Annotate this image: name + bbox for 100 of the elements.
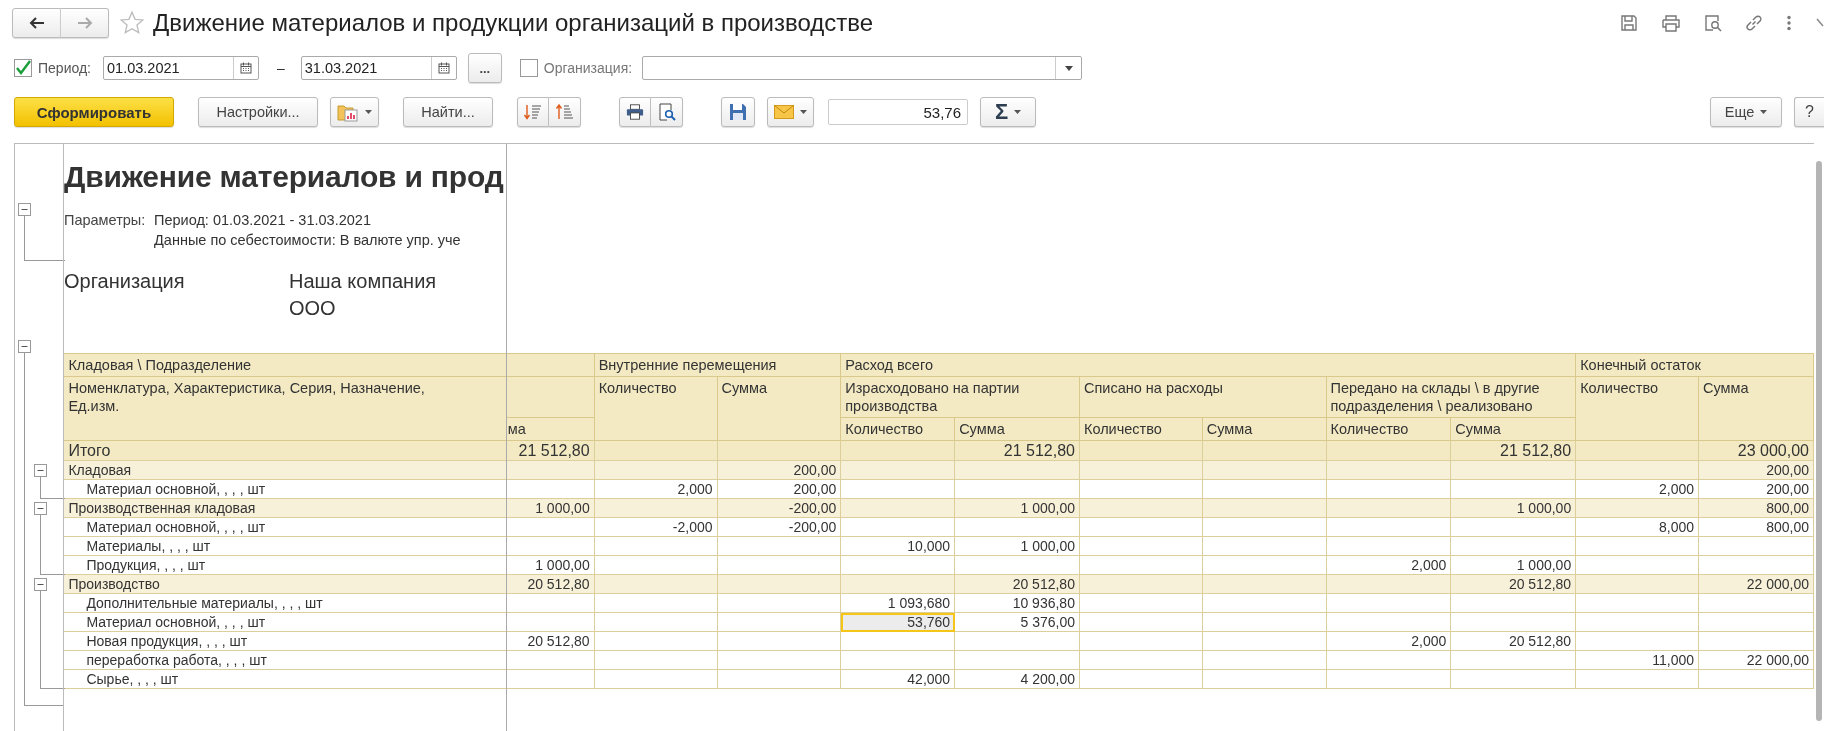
collapse-icon[interactable] bbox=[34, 501, 47, 515]
sort-ascending-icon bbox=[555, 104, 574, 120]
caret-icon bbox=[1014, 110, 1022, 114]
table-cell: 20 512,80 bbox=[506, 631, 595, 651]
envelope-icon bbox=[774, 105, 794, 119]
table-cell: 22 000,00 bbox=[1698, 650, 1814, 670]
table-cell: -200,00 bbox=[717, 517, 841, 537]
date-from-field[interactable]: 01.03.2021 bbox=[103, 56, 259, 80]
collapse-icon[interactable] bbox=[34, 463, 47, 477]
organization-name: ООО bbox=[289, 296, 337, 321]
organization-checkbox[interactable] bbox=[519, 59, 538, 77]
column-group-header: Израсходовано на партии производства bbox=[840, 376, 1080, 418]
column-group-header: Расход всего bbox=[840, 353, 1576, 377]
table-cell: 1 000,00 bbox=[506, 555, 595, 575]
table-cell: -2,000 bbox=[594, 517, 717, 537]
link-icon[interactable] bbox=[1745, 14, 1763, 32]
sum-field[interactable]: 53,76 bbox=[828, 99, 968, 125]
column-header: Количество bbox=[840, 417, 955, 441]
table-cell: 800,00 bbox=[1698, 517, 1814, 537]
caret-icon bbox=[1760, 110, 1768, 114]
collapse-icon[interactable] bbox=[18, 340, 31, 353]
organization-name: Наша компания bbox=[289, 269, 437, 294]
more-icon[interactable] bbox=[1786, 15, 1792, 31]
floppy-icon bbox=[729, 103, 747, 121]
column-header: Номенклатура, Характеристика, Серия, Назначение, Ед.изм. bbox=[63, 376, 507, 441]
sort-descending-button[interactable] bbox=[517, 97, 549, 127]
window-title: Движение материалов и продукции организаций в производстве bbox=[153, 9, 874, 37]
collapse-icon[interactable] bbox=[34, 577, 47, 591]
table-cell: 2,000 bbox=[594, 479, 717, 499]
column-header: Количество bbox=[594, 376, 717, 441]
help-button[interactable]: ? bbox=[1794, 97, 1824, 127]
column-header: Сумма bbox=[717, 376, 841, 441]
table-cell: 42,000 bbox=[840, 669, 955, 689]
preview-icon bbox=[657, 103, 676, 121]
column-header: Сумма bbox=[1202, 417, 1326, 441]
save-icon[interactable] bbox=[1620, 14, 1638, 32]
table-cell: 11,000 bbox=[1575, 650, 1699, 670]
organization-caption: Организация bbox=[64, 269, 186, 294]
column-header: Сумма bbox=[1450, 417, 1576, 441]
calendar-icon[interactable] bbox=[437, 62, 450, 74]
sort-ascending-button[interactable] bbox=[549, 97, 581, 127]
folder-chart-icon bbox=[337, 102, 359, 122]
printer-icon bbox=[626, 103, 644, 121]
caret-icon[interactable] bbox=[1064, 65, 1073, 71]
calendar-icon[interactable] bbox=[240, 62, 252, 74]
parameter-text: Данные по себестоимости: В валюте упр. уче bbox=[154, 231, 461, 250]
send-email-button[interactable] bbox=[767, 97, 814, 127]
choose-period-button[interactable]: ... bbox=[467, 53, 502, 83]
table-cell: 10,000 bbox=[840, 536, 955, 556]
table-cell: 5 376,00 bbox=[954, 612, 1080, 632]
caret-icon bbox=[365, 110, 372, 114]
table-cell: 200,00 bbox=[717, 479, 841, 499]
parameters-label: Параметры: bbox=[64, 211, 147, 230]
back-button[interactable] bbox=[12, 8, 61, 38]
caret-icon bbox=[800, 110, 807, 114]
column-header: Сумма bbox=[954, 417, 1080, 441]
total-label: Итого bbox=[63, 440, 507, 461]
arrow-left-icon bbox=[28, 17, 45, 29]
column-group-header: Конечный остаток bbox=[1575, 353, 1814, 377]
close-icon[interactable] bbox=[1816, 17, 1824, 29]
print-icon[interactable] bbox=[1661, 14, 1681, 32]
table-cell: 1 000,00 bbox=[954, 536, 1080, 556]
table-cell: 2,000 bbox=[1326, 555, 1451, 575]
report-options-button[interactable] bbox=[330, 97, 379, 127]
arrow-right-icon bbox=[76, 17, 93, 29]
table-cell: 4 200,00 bbox=[954, 669, 1080, 689]
table-cell: 1 000,00 bbox=[1450, 555, 1576, 575]
column-header: Сумма bbox=[1698, 376, 1814, 441]
save-button[interactable] bbox=[721, 97, 755, 127]
find-button[interactable]: Найти... bbox=[403, 97, 493, 127]
sum-button[interactable]: Σ bbox=[980, 97, 1036, 127]
column-group-header: Передано на склады \ в другие подразделения \ реализовано bbox=[1326, 376, 1576, 418]
column-header: Количество bbox=[1079, 417, 1203, 441]
collapse-icon[interactable] bbox=[18, 203, 31, 216]
more-button[interactable]: Еще bbox=[1710, 97, 1782, 127]
column-group-header: Списано на расходы bbox=[1079, 376, 1326, 418]
preview-button[interactable] bbox=[651, 97, 683, 127]
report-title: Движение материалов и прод bbox=[64, 160, 505, 194]
period-checkbox[interactable] bbox=[14, 59, 32, 77]
table-cell: 2,000 bbox=[1326, 631, 1451, 651]
star-icon[interactable] bbox=[119, 10, 145, 36]
item-name: переработка работа, , , , шт bbox=[63, 650, 507, 670]
table-cell: 20 512,80 bbox=[1450, 631, 1576, 651]
organization-field[interactable] bbox=[642, 56, 1083, 80]
period-label: Период: bbox=[38, 60, 91, 76]
column-header: Кладовая \ Подразделение bbox=[63, 353, 507, 377]
parameter-text: Период: 01.03.2021 - 31.03.2021 bbox=[154, 211, 372, 230]
table-cell: 200,00 bbox=[1698, 479, 1814, 499]
table-cell: 8,000 bbox=[1575, 517, 1699, 537]
tree-line bbox=[24, 216, 65, 261]
table-cell: 1 093,680 bbox=[840, 593, 955, 613]
preview-icon[interactable] bbox=[1704, 14, 1722, 32]
date-to-field[interactable]: 31.03.2021 bbox=[300, 56, 457, 80]
print-button[interactable] bbox=[619, 97, 651, 127]
table-cell: 10 936,80 bbox=[954, 593, 1080, 613]
table-cell: 2,000 bbox=[1575, 479, 1699, 499]
column-group-header: Внутренние перемещения bbox=[594, 353, 841, 377]
range-dash: – bbox=[277, 60, 285, 76]
generate-button[interactable]: Сформировать bbox=[14, 97, 174, 127]
settings-button[interactable]: Настройки... bbox=[198, 97, 318, 127]
